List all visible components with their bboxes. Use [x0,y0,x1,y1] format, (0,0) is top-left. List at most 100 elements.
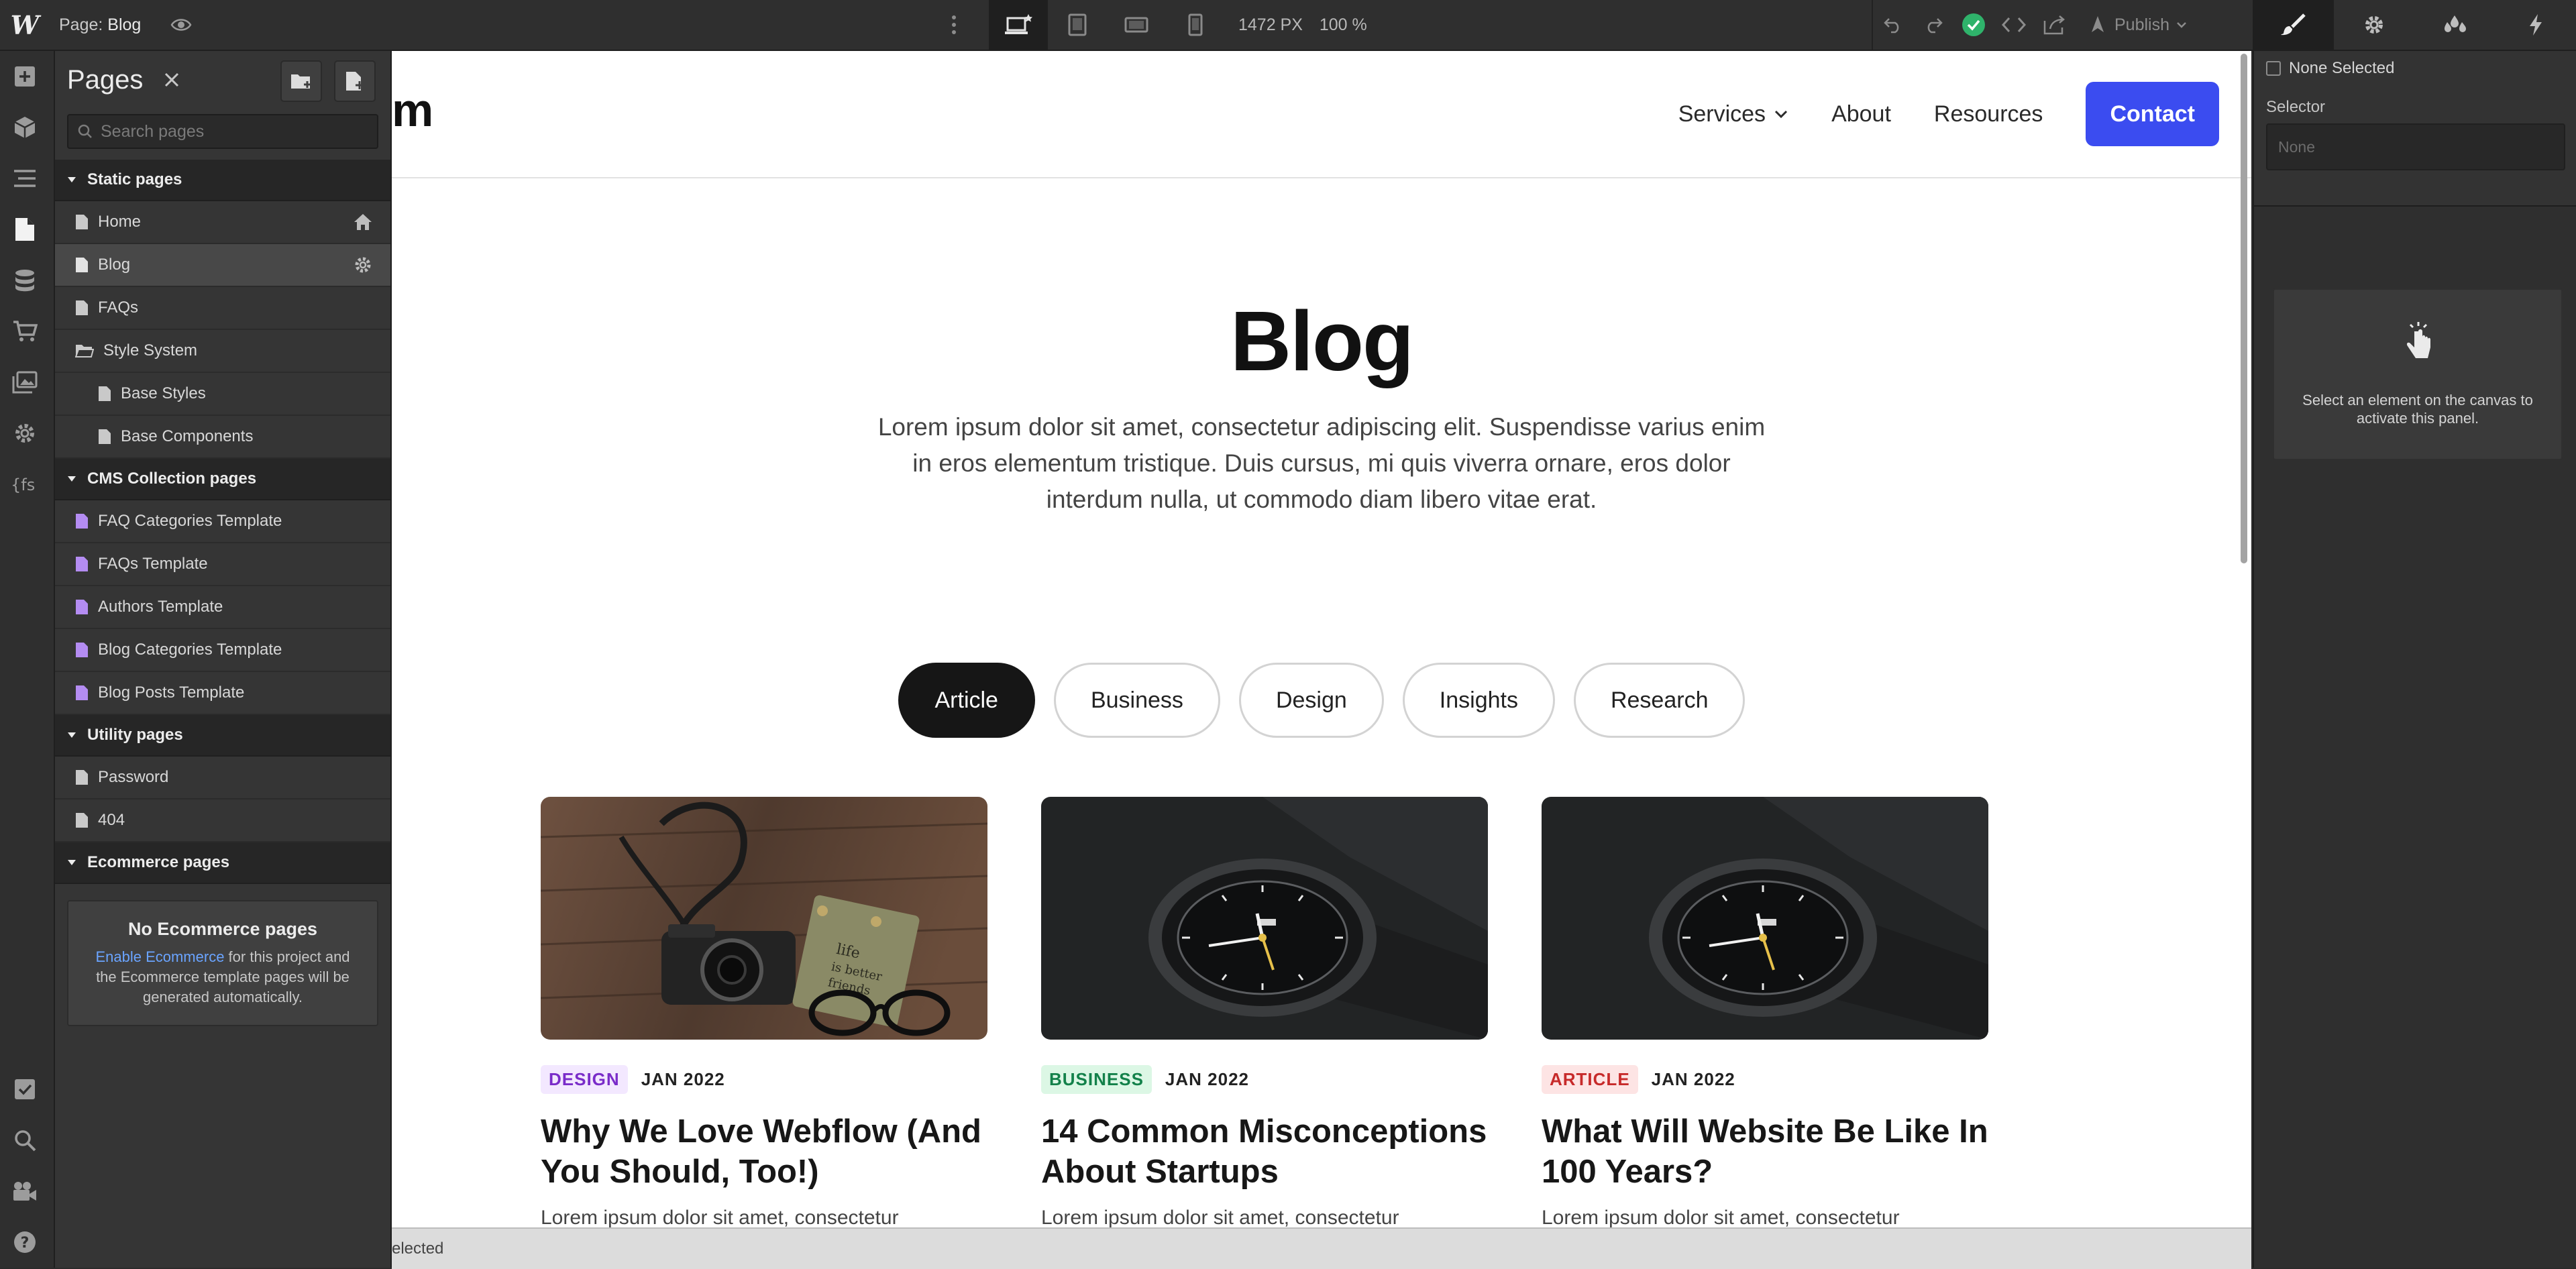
publish-button[interactable]: Publish [2074,0,2206,50]
nav-services-dropdown[interactable]: Services [1678,101,1788,127]
pages-button[interactable] [0,204,50,255]
rocket-icon [2088,15,2108,35]
breadcrumb-status-bar: elected [392,1227,2251,1269]
page-item-faqs[interactable]: FAQs [55,287,390,330]
nav-about-link[interactable]: About [1831,101,1891,127]
page-item-faq-categories-template[interactable]: FAQ Categories Template [55,500,390,543]
settings-button[interactable] [0,408,50,459]
breakpoint-mobile-landscape[interactable] [1107,0,1166,50]
nav-contact-button[interactable]: Contact [2086,82,2219,146]
navigator-button[interactable] [0,153,50,204]
tab-lightning[interactable] [2496,0,2576,50]
chevron-down-icon [2176,21,2187,29]
new-page-button[interactable] [334,60,376,102]
page-item-label: Base Components [121,427,253,446]
canvas-scrollbar[interactable] [2241,54,2247,563]
redo-button[interactable] [1913,0,1953,50]
breakpoint-switcher [989,0,1225,50]
database-icon [14,268,36,292]
fs-brace-icon: {fs [10,473,40,496]
nav-resources-link[interactable]: Resources [1934,101,2043,127]
page-item-authors-template[interactable]: Authors Template [55,586,390,629]
assets-button[interactable] [0,357,50,408]
top-toolbar: W Page: Blog 1472 PX 100 % Publish [0,0,2576,51]
tab-settings[interactable] [2334,0,2415,50]
breakpoint-mobile-portrait[interactable] [1166,0,1225,50]
ecommerce-button[interactable] [0,306,50,357]
page-item-label: FAQs Template [98,555,208,573]
category-tag: ARTICLE [1542,1065,1638,1094]
tab-style[interactable] [2253,0,2334,50]
share-button[interactable] [2034,0,2074,50]
selector-field[interactable]: None [2266,123,2565,170]
search-button[interactable] [0,1115,50,1166]
page-item-blog[interactable]: Blog [55,244,390,287]
none-selected-label: None Selected [2289,59,2394,78]
video-camera-icon [12,1180,38,1202]
group-static-pages[interactable]: Static pages [55,160,390,201]
page-item-blog-categories-template[interactable]: Blog Categories Template [55,629,390,672]
page-item-home[interactable]: Home [55,201,390,244]
group-label: Static pages [87,170,182,189]
tab-interactions[interactable] [2414,0,2496,50]
pages-search [67,114,378,149]
page-item-base-styles[interactable]: Base Styles [55,373,390,416]
cms-button[interactable] [0,255,50,306]
home-icon [353,212,373,232]
category-tag: BUSINESS [1041,1065,1152,1094]
group-utility-pages[interactable]: Utility pages [55,715,390,757]
audit-button[interactable] [0,1064,50,1115]
page-settings-gear-icon[interactable] [353,255,373,275]
page-item-label: 404 [98,811,125,830]
filter-design[interactable]: Design [1239,663,1384,738]
webflow-logo[interactable]: W [0,0,50,50]
page-item-base-components[interactable]: Base Components [55,416,390,459]
more-options-icon[interactable] [947,12,961,38]
caret-down-icon [67,732,76,738]
group-cms-collection-pages[interactable]: CMS Collection pages [55,459,390,500]
blog-card[interactable]: BUSINESS JAN 2022 14 Common Misconceptio… [1041,797,1488,1227]
none-selected-row[interactable]: None Selected [2254,51,2576,86]
page-item-label: Home [98,213,141,231]
pages-panel-title: Pages [67,65,143,95]
enable-ecommerce-link[interactable]: Enable Ecommerce [95,948,224,965]
filter-business[interactable]: Business [1054,663,1220,738]
breakpoint-tablet[interactable] [1048,0,1107,50]
symbols-button[interactable] [0,102,50,153]
video-tutorials-button[interactable] [0,1166,50,1217]
site-health-status[interactable] [1953,0,1994,50]
filter-insights[interactable]: Insights [1403,663,1555,738]
close-icon[interactable] [162,70,182,90]
page-item-404[interactable]: 404 [55,799,390,842]
preview-eye-icon[interactable] [170,15,192,35]
page-icon [14,217,36,242]
card-title[interactable]: What Will Website Be Like In 100 Years? [1542,1111,1988,1192]
undo-button[interactable] [1873,0,1913,50]
filter-article[interactable]: Article [898,663,1035,738]
breakpoint-desktop-base[interactable] [989,0,1048,50]
page-item-faqs-template[interactable]: FAQs Template [55,543,390,586]
designer-canvas[interactable]: m Services About Resources Contact Blog … [392,51,2251,1227]
selection-checkbox[interactable] [2266,61,2281,76]
current-page-indicator[interactable]: Page: Blog [59,0,141,50]
folder-item-style-system[interactable]: Style System [55,330,390,373]
finsweet-app-button[interactable]: {fs [0,459,50,510]
help-button[interactable]: ? [0,1217,50,1268]
page-item-blog-posts-template[interactable]: Blog Posts Template [55,672,390,715]
new-folder-button[interactable] [280,60,322,102]
add-elements-button[interactable] [0,51,50,102]
filter-research[interactable]: Research [1574,663,1746,738]
code-export-button[interactable] [1994,0,2034,50]
search-pages-input[interactable] [99,121,357,142]
site-logo[interactable]: m [392,83,432,137]
blog-card[interactable]: ARTICLE JAN 2022 What Will Website Be Li… [1542,797,1988,1227]
page-name: Blog [107,15,141,34]
caret-down-icon [67,176,76,183]
group-ecommerce-pages[interactable]: Ecommerce pages [55,842,390,884]
page-icon [75,812,89,828]
card-title[interactable]: Why We Love Webflow (And You Should, Too… [541,1111,987,1192]
question-icon: ? [13,1230,37,1254]
blog-card[interactable]: life is better friends DESIGN JAN 2022 W… [541,797,987,1227]
card-title[interactable]: 14 Common Misconceptions About Startups [1041,1111,1488,1192]
page-item-password[interactable]: Password [55,757,390,799]
